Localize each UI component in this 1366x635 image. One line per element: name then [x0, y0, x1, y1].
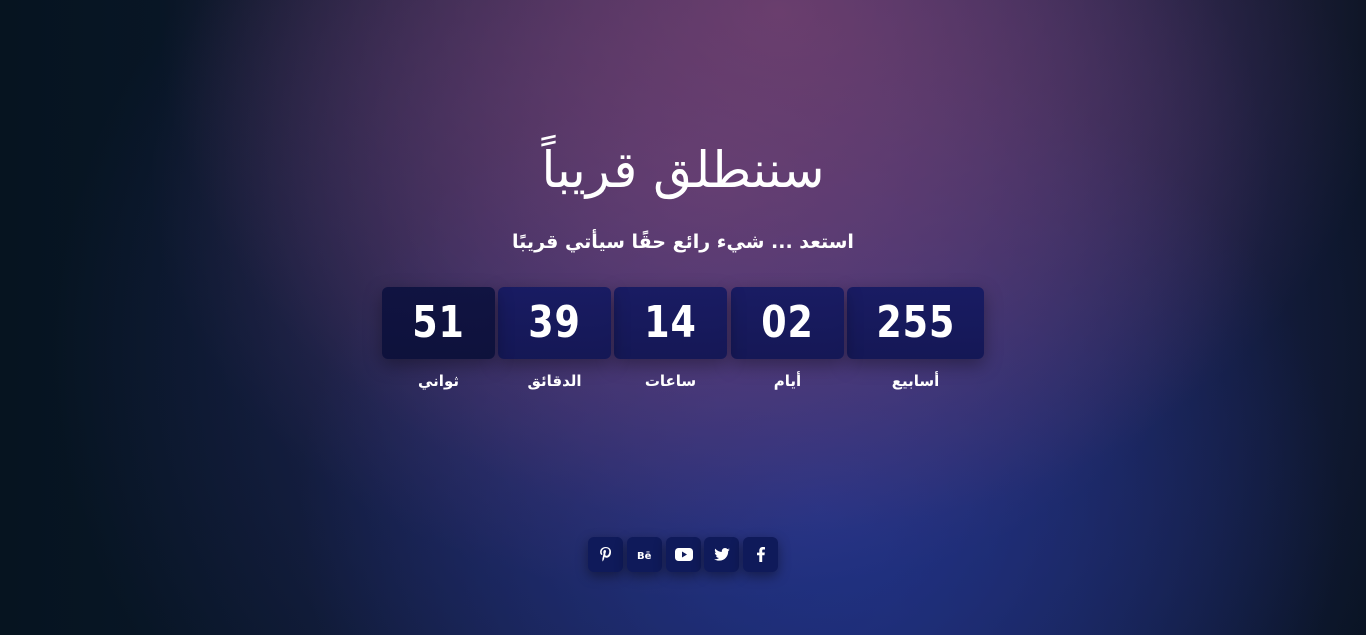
seconds-value: 51: [412, 297, 465, 348]
hours-label: ساعات: [644, 372, 697, 390]
days-label: أيام: [773, 372, 802, 390]
behance-button[interactable]: Bē: [627, 537, 662, 572]
weeks-box: 255: [847, 287, 984, 359]
seconds-box: 51: [382, 287, 495, 359]
svg-text:Bē: Bē: [637, 551, 652, 560]
pinterest-icon: [600, 547, 612, 562]
days-value: 02: [761, 297, 814, 348]
twitter-button[interactable]: [704, 537, 739, 572]
page-title: سننطلق قريباً: [541, 141, 825, 199]
minutes-box: 39: [498, 287, 611, 359]
countdown-days: 02 أيام: [731, 287, 844, 393]
pinterest-button[interactable]: [588, 537, 623, 572]
hours-value: 14: [644, 297, 697, 348]
minutes-value: 39: [528, 297, 581, 348]
facebook-icon: [756, 547, 765, 562]
minutes-label: الدقائق: [527, 372, 582, 390]
page-subtitle: استعد ... شيء رائع حقًا سيأتي قريبًا: [512, 231, 854, 253]
seconds-label: ثواني: [418, 372, 459, 390]
facebook-button[interactable]: [743, 537, 778, 572]
twitter-icon: [713, 548, 730, 561]
days-box: 02: [731, 287, 844, 359]
weeks-value: 255: [876, 297, 955, 348]
hours-box: 14: [614, 287, 727, 359]
countdown-seconds: 51 ثواني: [382, 287, 495, 393]
social-links: Bē: [588, 537, 778, 573]
countdown-weeks: 255 أسابيع: [847, 287, 984, 393]
youtube-button[interactable]: [666, 537, 701, 572]
behance-icon: Bē: [637, 551, 652, 560]
youtube-icon: [674, 548, 693, 561]
countdown-minutes: 39 الدقائق: [498, 287, 611, 393]
countdown-hours: 14 ساعات: [614, 287, 727, 393]
countdown-timer: 255 أسابيع 02 أيام 14 ساعات 39 الدقائق 5…: [382, 287, 984, 397]
weeks-label: أسابيع: [891, 372, 940, 390]
